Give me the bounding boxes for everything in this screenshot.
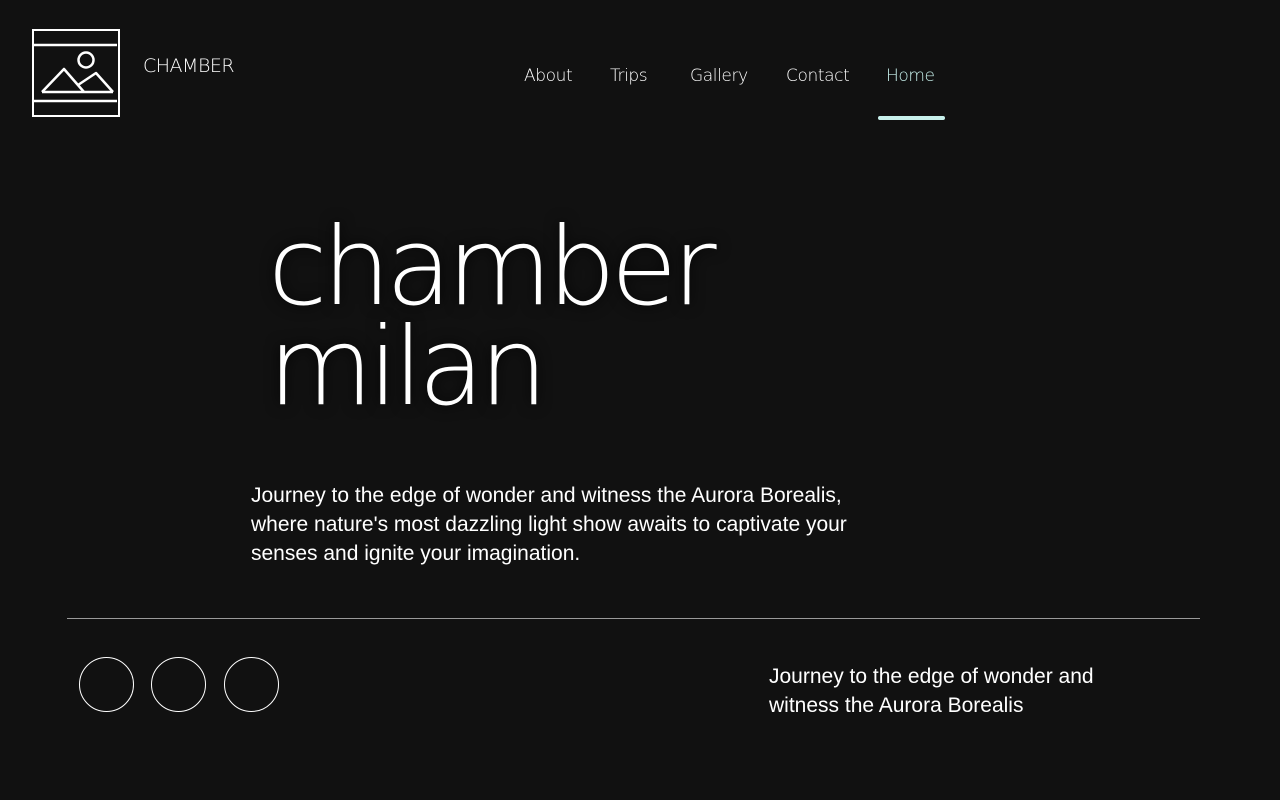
logo[interactable] bbox=[32, 29, 120, 117]
footer-tagline: Journey to the edge of wonder and witnes… bbox=[769, 665, 1094, 717]
nav-trips[interactable]: Trips bbox=[610, 66, 648, 86]
brand-name[interactable]: CHAMBER bbox=[143, 55, 235, 77]
image-placeholder-icon bbox=[34, 43, 117, 103]
hero-title: chamber milan bbox=[268, 205, 717, 430]
nav-about[interactable]: About bbox=[524, 66, 573, 86]
nav-home[interactable]: Home bbox=[886, 66, 935, 86]
circle-button-1[interactable] bbox=[79, 657, 134, 712]
hero-description: Journey to the edge of wonder and witnes… bbox=[251, 484, 847, 565]
circle-button-3[interactable] bbox=[224, 657, 279, 712]
hero-title-line-2: milan bbox=[268, 305, 548, 430]
circle-button-2[interactable] bbox=[151, 657, 206, 712]
nav-gallery[interactable]: Gallery bbox=[690, 66, 748, 86]
active-nav-indicator bbox=[878, 116, 945, 120]
hero-title-line-1: chamber bbox=[268, 205, 717, 330]
page: CHAMBER About Trips Gallery Contact Home… bbox=[0, 0, 1280, 800]
section-divider bbox=[67, 618, 1200, 619]
nav-contact[interactable]: Contact bbox=[786, 66, 850, 86]
